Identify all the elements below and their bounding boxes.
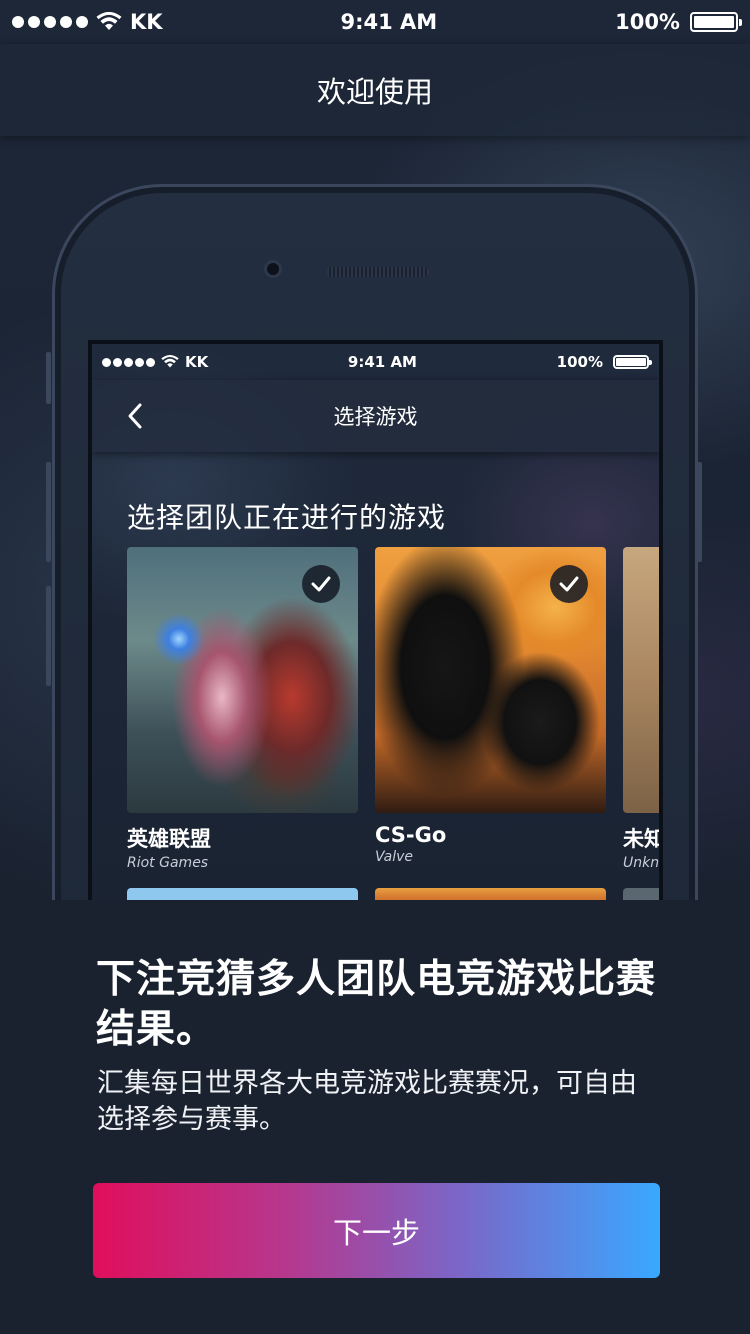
game-card-third[interactable]: 未知 Unknown (623, 547, 663, 871)
mockup-status-bar: KK 9:41 AM 100% (92, 344, 659, 380)
game-card-peek (623, 888, 659, 900)
onboarding-headline: 下注竞猜多人团队电竞游戏比赛结果。 (96, 957, 657, 1052)
next-button[interactable]: 下一步 (93, 1183, 660, 1278)
carrier-label: KK (130, 10, 163, 34)
speaker-grille (327, 267, 429, 277)
phone-side-button (697, 462, 702, 562)
wifi-icon (161, 355, 179, 368)
mockup-status-right: 100% (556, 353, 652, 371)
phone-side-button (46, 462, 51, 562)
game-card-peek (127, 888, 358, 900)
game-name: 未知 (623, 827, 663, 851)
checkmark-icon (302, 565, 340, 603)
checkmark-icon (550, 565, 588, 603)
game-card-peek (375, 888, 606, 900)
game-name: 英雄联盟 (127, 827, 211, 851)
signal-icon (102, 357, 155, 367)
section-title: 选择团队正在进行的游戏 (127, 501, 447, 534)
status-left: KK (12, 10, 163, 34)
status-time: 9:41 AM (347, 353, 417, 371)
wifi-icon (96, 12, 122, 30)
game-thumbnail (127, 547, 358, 813)
status-bar: KK 9:41 AM 100% (0, 0, 750, 44)
camera-icon (264, 260, 282, 278)
battery-icon (612, 355, 652, 369)
onboarding-description: 汇集每日世界各大电竞游戏比赛赛况，可自由选择参与赛事。 (97, 1068, 637, 1135)
game-developer: Riot Games (127, 855, 209, 871)
battery-percent: 100% (615, 10, 680, 34)
back-chevron-icon[interactable] (124, 402, 148, 430)
game-name: CS-Go (375, 823, 447, 847)
battery-icon (689, 12, 742, 32)
status-right: 100% (615, 10, 742, 34)
game-card-lol[interactable]: 英雄联盟 Riot Games (127, 547, 358, 871)
signal-icon (12, 16, 88, 28)
carrier-label: KK (185, 353, 209, 371)
battery-percent: 100% (556, 353, 603, 371)
game-thumbnail (375, 547, 606, 813)
phone-side-button (46, 586, 51, 686)
mockup-screen: KK 9:41 AM 100% 选择游戏 选择团队正在进行的游戏 英雄联盟 Ri… (88, 340, 663, 900)
phone-side-button (46, 352, 51, 404)
status-time: 9:41 AM (340, 10, 438, 34)
game-developer: Unknown (623, 855, 660, 871)
mockup-status-left: KK (102, 353, 208, 371)
mockup-page-title: 选择游戏 (333, 405, 418, 429)
nav-bar: 欢迎使用 (0, 44, 750, 136)
game-thumbnail (623, 547, 659, 813)
page-title: 欢迎使用 (316, 75, 433, 109)
game-developer: Valve (375, 849, 414, 865)
game-card-csgo[interactable]: CS-Go Valve (375, 547, 606, 865)
mockup-nav-bar: 选择游戏 (92, 380, 659, 452)
